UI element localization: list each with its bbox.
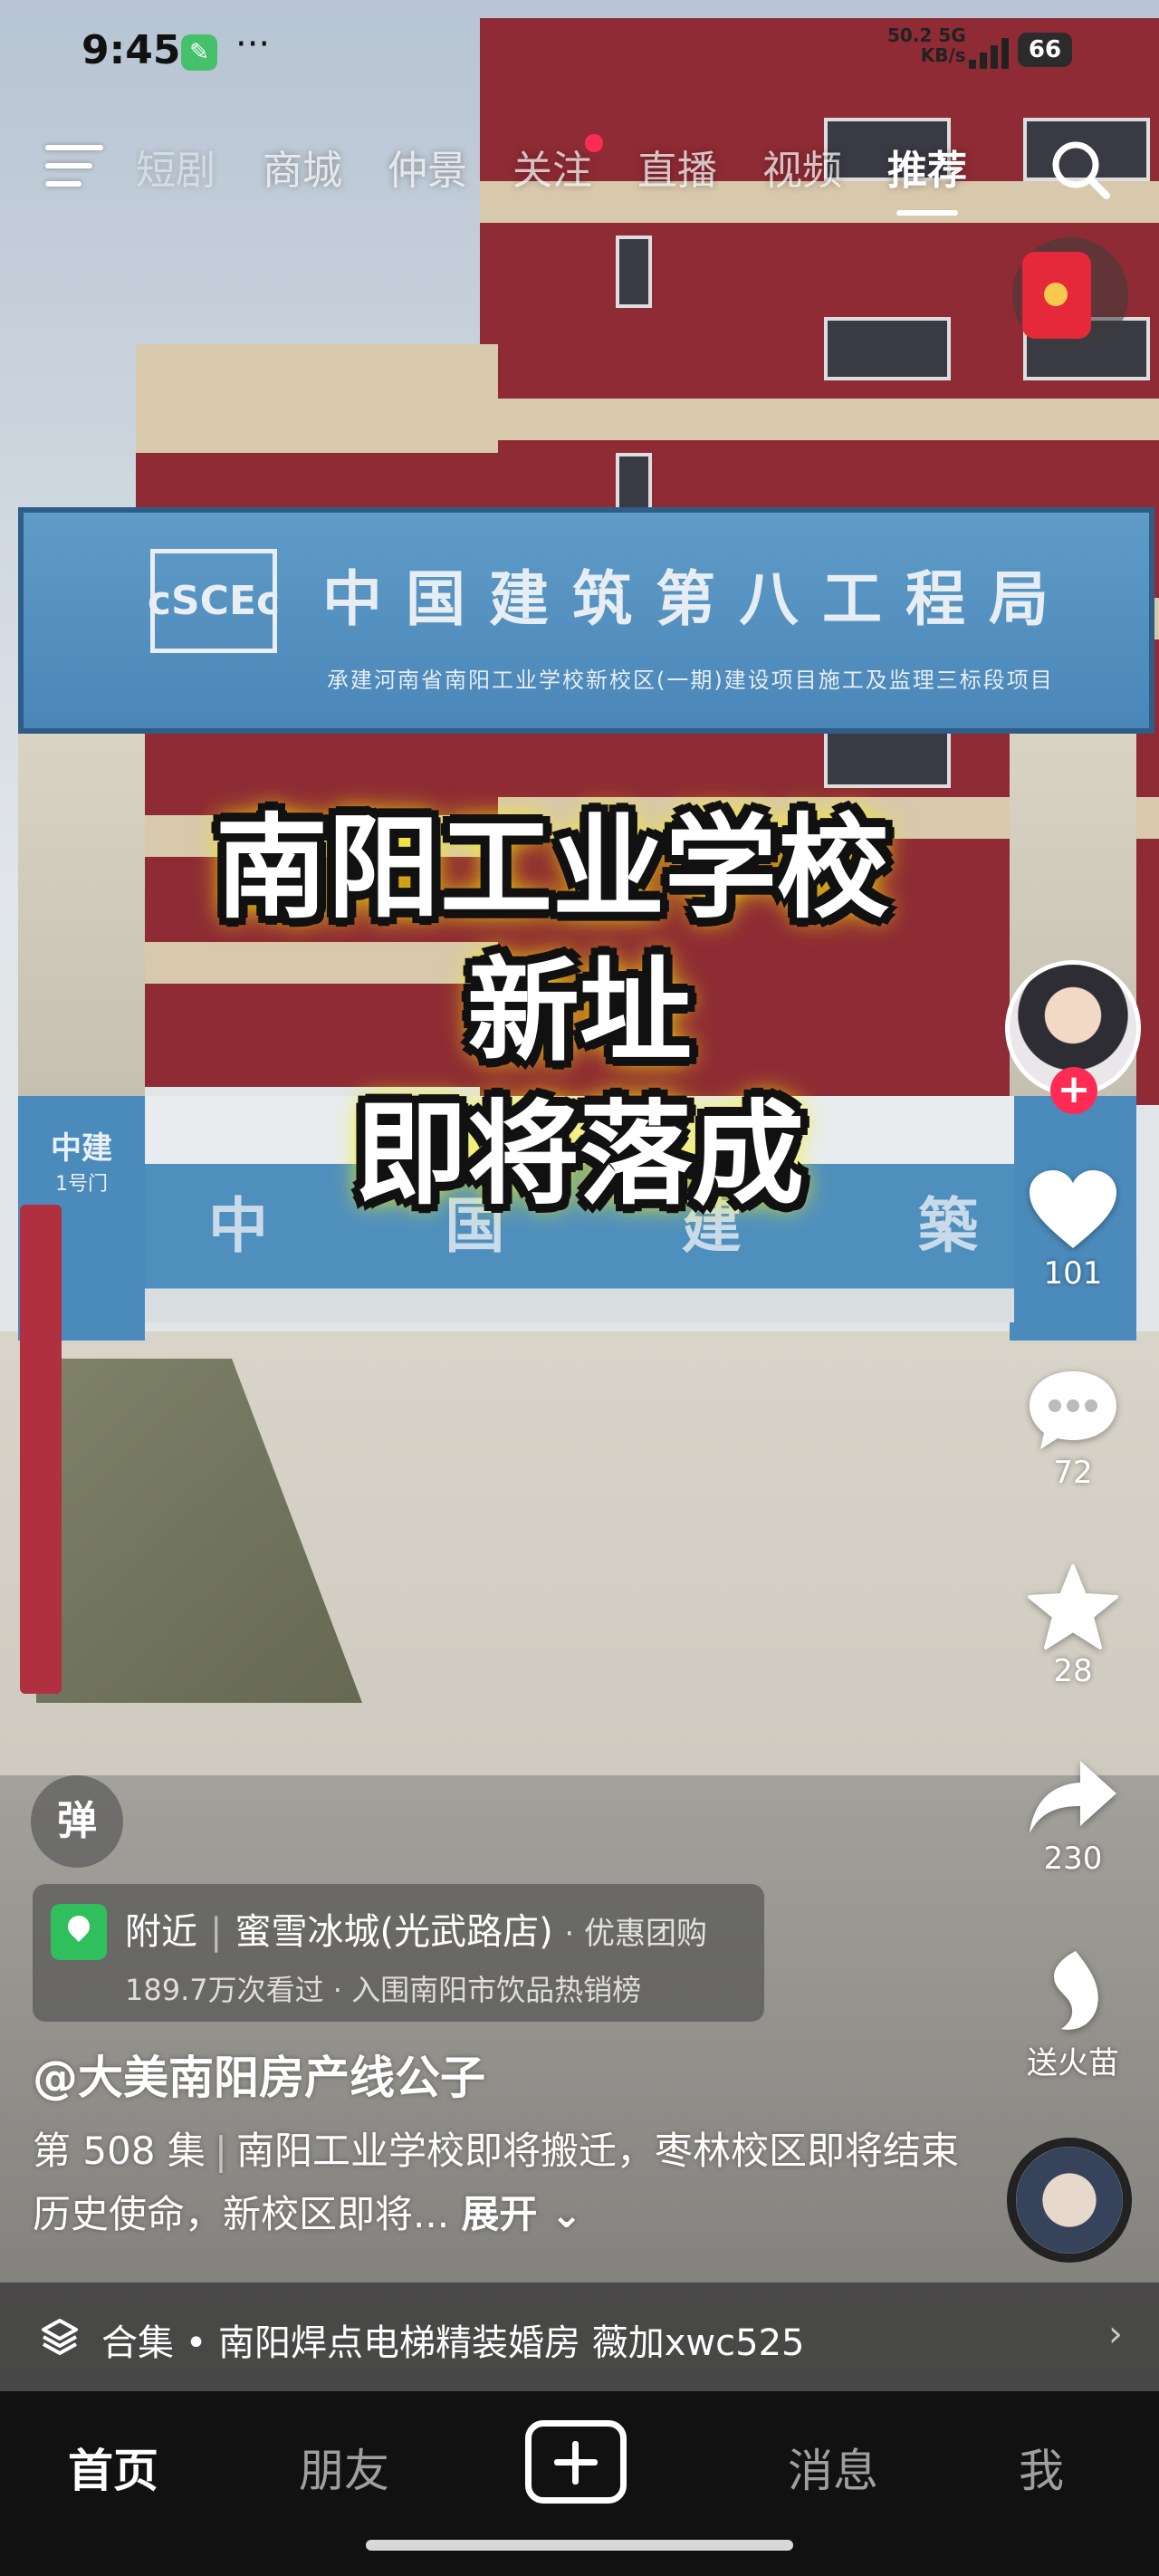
wrench-icon: ✎	[181, 34, 217, 71]
caption-line: 即将落成	[354, 1090, 804, 1220]
top-tabs: 短剧 商城 仲景 关注 直播 视频 推荐	[136, 134, 1012, 216]
comment-count: 72	[1053, 1455, 1093, 1491]
notification-dot	[585, 134, 603, 152]
favorite-button[interactable]: 28	[996, 1562, 1150, 1689]
create-post-button[interactable]	[525, 2420, 627, 2504]
tab-friends[interactable]: 朋友	[254, 2435, 435, 2500]
hamburger-menu-icon[interactable]	[45, 145, 103, 196]
red-railing	[20, 1205, 62, 1694]
ranking-text: · 入围南阳市饮品热销榜	[332, 1973, 642, 2007]
signal-icon	[969, 33, 1014, 69]
location-line: 附近 | 蜜雪冰城(光武路店) · 优惠团购	[125, 1911, 708, 1953]
caption-line: 南阳工业学校	[215, 803, 889, 934]
author-name[interactable]: @大美南阳房产线公子	[33, 2042, 485, 2107]
home-indicator	[366, 2540, 793, 2551]
location-card[interactable]: 附近 | 蜜雪冰城(光武路店) · 优惠团购 189.7万次看过 · 入围南阳市饮品…	[33, 1884, 764, 2022]
store-name: 蜜雪冰城(光武路店)	[235, 1911, 553, 1953]
heart-icon	[1030, 1170, 1116, 1248]
follow-button[interactable]: +	[1050, 1067, 1097, 1114]
more-dots: ···	[235, 24, 271, 65]
cscec-logo: cSCEc	[148, 549, 280, 653]
nearby-label: 附近	[125, 1911, 197, 1953]
flame-icon	[1054, 1951, 1098, 2030]
share-count: 230	[1043, 1841, 1103, 1877]
like-count: 101	[1043, 1255, 1103, 1292]
tab-home[interactable]: 首页	[23, 2435, 204, 2500]
deal-tag: · 优惠团购	[564, 1916, 708, 1952]
star-icon	[1028, 1564, 1118, 1649]
tab-recommended[interactable]: 推荐	[887, 138, 967, 216]
status-time: 9:45	[81, 27, 181, 73]
search-icon[interactable]	[1049, 138, 1112, 201]
tab-video[interactable]: 视频	[762, 138, 842, 196]
gate-sign-title: 中国建筑第八工程局	[322, 564, 1072, 634]
gate-sign-subtitle: 承建河南省南阳工业学校新校区(一期)建设项目施工及监理三标段项目	[327, 668, 1054, 693]
flame-button[interactable]: 送火苗	[996, 1947, 1150, 2082]
favorite-count: 28	[1053, 1653, 1093, 1689]
flame-label: 送火苗	[1027, 2045, 1119, 2081]
share-button[interactable]: 230	[996, 1757, 1150, 1877]
tab-live[interactable]: 直播	[637, 138, 717, 196]
tab-following[interactable]: 关注	[512, 134, 603, 196]
tab-mall[interactable]: 商城	[263, 138, 342, 196]
red-packet-icon	[1022, 252, 1091, 339]
video-caption: 南阳工业学校 新址 即将落成	[0, 797, 1159, 1226]
music-disc-icon[interactable]	[1007, 2138, 1132, 2263]
video-description[interactable]: 第 508 集 | 南阳工业学校即将搬迁，枣林校区即将结束历史使命，新校区即将...…	[33, 2119, 974, 2246]
view-count: 189.7万次看过	[125, 1973, 324, 2007]
location-stats: 189.7万次看过 · 入围南阳市饮品热销榜	[125, 1967, 641, 2009]
episode-label: 第 508 集	[33, 2129, 206, 2173]
collection-bar[interactable]: 合集 • 南阳焊点电梯精装婚房 薇加xwc525 ›	[0, 2283, 1159, 2391]
network-speed: 50.2 5G KB/s	[887, 24, 966, 66]
share-arrow-icon	[1030, 1761, 1116, 1833]
tab-zhongjing[interactable]: 仲景	[388, 138, 467, 196]
danmaku-toggle[interactable]: 弹	[31, 1775, 123, 1868]
location-pin-icon	[51, 1904, 107, 1960]
video-frame[interactable]: 中建 1号门 中 国 建 築 cSCEc 中国建筑第八工程局 承建河南省南阳工业…	[0, 0, 1159, 2391]
gate-sign: cSCEc 中国建筑第八工程局 承建河南省南阳工业学校新校区(一期)建设项目施工…	[18, 507, 1154, 734]
collection-label: 合集 • 南阳焊点电梯精装婚房 薇加xwc525	[101, 2322, 805, 2364]
caption-line: 新址	[466, 947, 692, 1077]
chevron-down-icon: ⌄	[537, 2192, 583, 2236]
chevron-right-icon: ›	[1108, 2313, 1123, 2355]
tab-messages[interactable]: 消息	[742, 2435, 924, 2500]
battery-icon: 66	[1018, 33, 1072, 67]
layers-icon	[42, 2319, 78, 2355]
tab-short-drama[interactable]: 短剧	[136, 138, 217, 196]
comment-icon	[1030, 1371, 1116, 1449]
comment-button[interactable]: 72	[996, 1368, 1150, 1491]
top-nav: 短剧 商城 仲景 关注 直播 视频 推荐	[0, 127, 1159, 217]
status-bar: 9:45 ✎ ··· 50.2 5G KB/s 66	[0, 0, 1159, 100]
expand-button[interactable]: 展开 ⌄	[461, 2192, 582, 2236]
like-button[interactable]: 101	[996, 1168, 1150, 1292]
tab-me[interactable]: 我	[951, 2435, 1132, 2500]
